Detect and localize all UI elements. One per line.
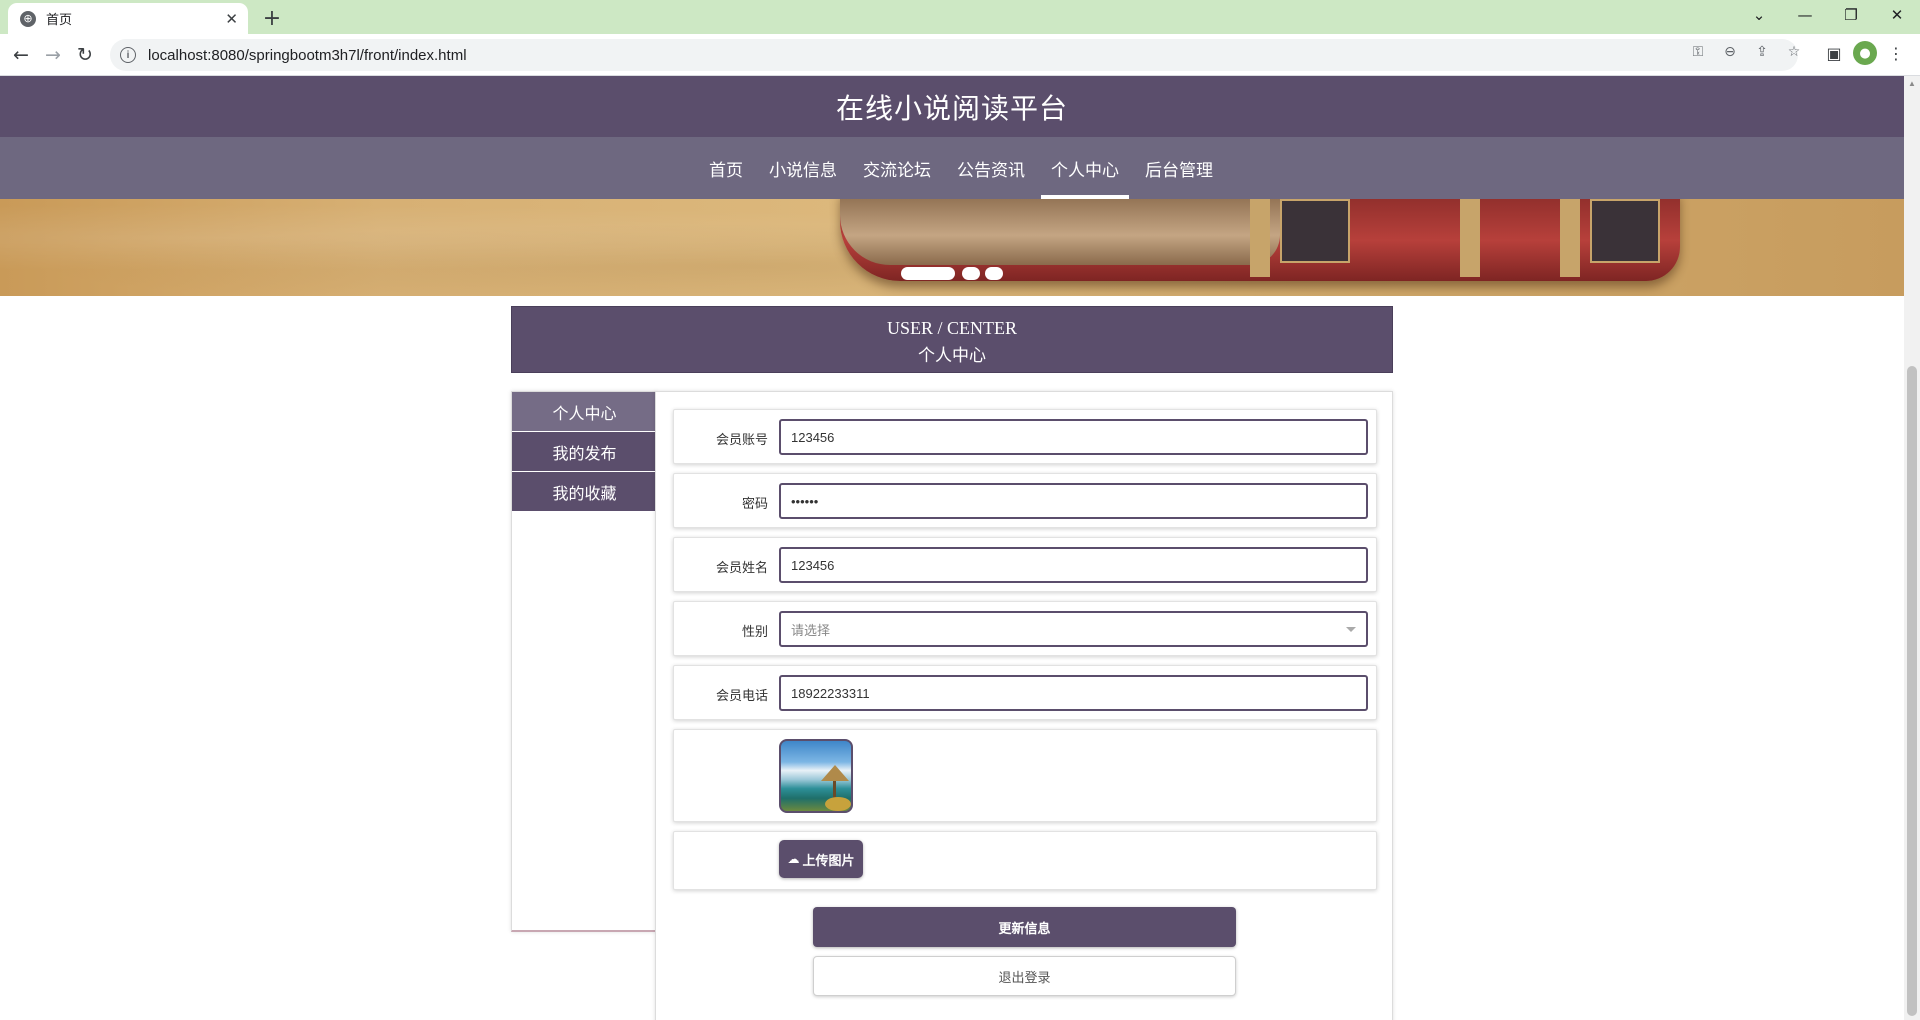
- cloud-upload-icon: ☁: [787, 852, 800, 866]
- page-viewport: 在线小说阅读平台 首页 小说信息 交流论坛 公告资讯 个人中心 后台管理 USE…: [0, 76, 1904, 1020]
- upload-image-button[interactable]: ☁ 上传图片: [779, 840, 863, 878]
- form-row-gender: 性别 请选择: [673, 601, 1377, 656]
- nav-novel-info[interactable]: 小说信息: [759, 137, 847, 199]
- user-center-title-cn: 个人中心: [918, 346, 986, 365]
- close-tab-icon[interactable]: ✕: [225, 10, 238, 28]
- logout-button[interactable]: 退出登录: [813, 956, 1236, 996]
- minimize-icon[interactable]: —: [1782, 0, 1828, 30]
- phone-label: 会员电话: [715, 688, 768, 703]
- restore-icon[interactable]: ❐: [1828, 0, 1874, 30]
- user-sidebar: 个人中心 我的发布 我的收藏: [511, 391, 657, 932]
- phone-input[interactable]: 18922233311: [779, 675, 1368, 711]
- bookmark-star-icon[interactable]: ☆: [1784, 42, 1804, 62]
- form-row-password: 密码 ••••••: [673, 473, 1377, 528]
- main-nav: 首页 小说信息 交流论坛 公告资讯 个人中心 后台管理: [0, 137, 1904, 199]
- browser-tab-bar: ⊕ 首页 ✕ + ⌄ — ❐ ✕: [0, 0, 1920, 34]
- avatar-hut-shape: [821, 765, 849, 781]
- banner-carousel: [0, 199, 1904, 296]
- avatar-image: [779, 739, 853, 813]
- profile-form: 会员账号 123456 密码 •••••• 会员姓名 123456 性别 请选择…: [655, 391, 1393, 1020]
- carousel-indicators: [0, 199, 1904, 296]
- chevron-down-icon: [1346, 626, 1356, 632]
- form-row-name: 会员姓名 123456: [673, 537, 1377, 592]
- browser-tab[interactable]: ⊕ 首页 ✕: [8, 3, 248, 34]
- reload-icon[interactable]: ↻: [71, 41, 99, 69]
- password-input[interactable]: ••••••: [779, 483, 1368, 519]
- upload-image-label: 上传图片: [802, 852, 855, 868]
- page-scrollbar[interactable]: ▲: [1904, 76, 1920, 1020]
- gender-select-value: 请选择: [791, 622, 831, 638]
- globe-icon: ⊕: [20, 10, 36, 27]
- tab-search-icon[interactable]: ⌄: [1736, 0, 1782, 30]
- account-input[interactable]: 123456: [779, 419, 1368, 455]
- gender-select[interactable]: 请选择: [779, 611, 1368, 647]
- password-label: 密码: [741, 496, 768, 511]
- nav-announcements[interactable]: 公告资讯: [947, 137, 1035, 199]
- profile-avatar-icon[interactable]: ●: [1853, 41, 1877, 65]
- site-title: 在线小说阅读平台: [835, 92, 1068, 124]
- share-icon[interactable]: ⇪: [1752, 42, 1772, 62]
- side-panel-icon[interactable]: ▣: [1822, 41, 1846, 65]
- forward-icon[interactable]: →: [39, 41, 67, 69]
- form-row-phone: 会员电话 18922233311: [673, 665, 1377, 720]
- new-tab-button[interactable]: +: [258, 4, 286, 32]
- form-row-avatar: [673, 729, 1377, 822]
- back-icon[interactable]: ←: [7, 41, 35, 69]
- zoom-icon[interactable]: ⊖: [1720, 42, 1740, 62]
- browser-toolbar: ← → ↻ i localhost:8080/springbootm3h7l/f…: [0, 34, 1920, 76]
- form-row-account: 会员账号 123456: [673, 409, 1377, 464]
- user-center-heading: USER / CENTER 个人中心: [511, 306, 1393, 373]
- tab-title: 首页: [46, 12, 73, 27]
- name-label: 会员姓名: [715, 560, 768, 575]
- user-center-title-en: USER / CENTER: [886, 318, 1017, 338]
- info-icon[interactable]: i: [120, 47, 136, 63]
- update-info-button[interactable]: 更新信息: [813, 907, 1236, 947]
- nav-admin[interactable]: 后台管理: [1135, 137, 1223, 199]
- close-window-icon[interactable]: ✕: [1874, 0, 1920, 30]
- carousel-dot-active[interactable]: [901, 267, 955, 280]
- nav-home[interactable]: 首页: [699, 137, 753, 199]
- nav-forum[interactable]: 交流论坛: [853, 137, 941, 199]
- address-url[interactable]: localhost:8080/springbootm3h7l/front/ind…: [148, 47, 467, 64]
- scroll-up-icon[interactable]: ▲: [1907, 80, 1917, 88]
- site-header: 在线小说阅读平台: [0, 76, 1904, 137]
- sidebar-item-my-favorites[interactable]: 我的收藏: [512, 472, 657, 511]
- gender-label: 性别: [741, 624, 768, 639]
- carousel-dot[interactable]: [985, 267, 1003, 280]
- key-icon[interactable]: ⚿: [1688, 42, 1708, 62]
- name-input[interactable]: 123456: [779, 547, 1368, 583]
- sidebar-item-my-posts[interactable]: 我的发布: [512, 432, 657, 471]
- form-row-upload: ☁ 上传图片: [673, 831, 1377, 890]
- nav-user-center[interactable]: 个人中心: [1041, 137, 1129, 199]
- carousel-dot[interactable]: [962, 267, 980, 280]
- more-menu-icon[interactable]: ⋮: [1884, 41, 1908, 65]
- scrollbar-thumb[interactable]: [1907, 366, 1917, 1016]
- sidebar-item-user-center[interactable]: 个人中心: [512, 392, 657, 431]
- address-bar[interactable]: i localhost:8080/springbootm3h7l/front/i…: [110, 39, 1798, 71]
- avatar-bush-shape: [825, 797, 851, 811]
- account-label: 会员账号: [715, 432, 768, 447]
